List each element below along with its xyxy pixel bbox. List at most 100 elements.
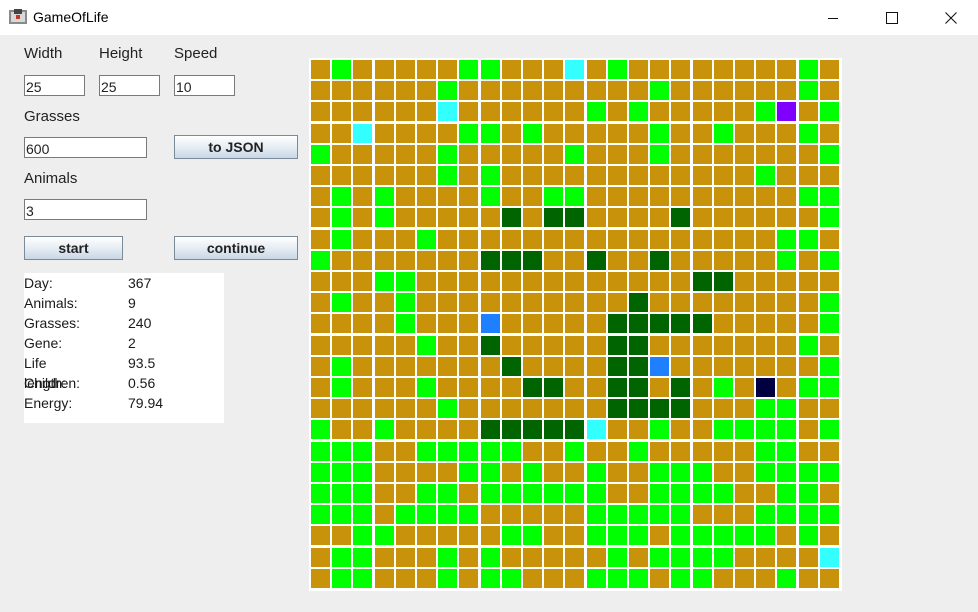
board-cell-grass — [713, 484, 733, 503]
board-cell-soil — [332, 399, 352, 419]
board-cell-soil — [459, 293, 479, 313]
board-cell-soil — [756, 81, 776, 101]
simulation-board[interactable] — [309, 58, 842, 591]
board-cell-grass — [459, 123, 479, 143]
board-cell-soil — [523, 208, 542, 228]
board-cell-grass — [671, 547, 691, 567]
board-cell-soil — [777, 81, 797, 101]
maximize-button[interactable] — [869, 0, 915, 35]
board-cell-grass — [607, 526, 627, 546]
board-cell-soil — [332, 420, 352, 440]
board-cell-soil — [650, 272, 670, 291]
board-cell-soil — [735, 60, 754, 79]
board-cell-soil — [374, 123, 394, 143]
board-cell-grass — [480, 568, 500, 588]
board-cell-soil — [544, 568, 564, 588]
board-cell-soil — [501, 505, 521, 525]
board-cell-grass — [777, 462, 797, 482]
board-cell-grass — [692, 547, 712, 567]
board-cell-grass — [311, 441, 330, 461]
board-cell-soil — [692, 250, 712, 270]
board-cell-soil — [629, 462, 648, 482]
board-cell-jungle — [671, 378, 691, 397]
board-cell-soil — [417, 462, 436, 482]
board-cell-animal-cyan — [819, 547, 839, 567]
board-cell-grass — [756, 441, 776, 461]
board-cell-grass — [353, 547, 373, 567]
board-cell-soil — [735, 356, 754, 376]
board-cell-soil — [353, 208, 373, 228]
board-cell-grass — [417, 229, 436, 249]
board-cell-soil — [544, 441, 564, 461]
board-cell-soil — [798, 568, 818, 588]
minimize-button[interactable] — [810, 0, 856, 35]
board-cell-grass — [756, 462, 776, 482]
grasses-input[interactable] — [24, 137, 147, 158]
board-cell-grass — [332, 60, 352, 79]
speed-input[interactable] — [174, 75, 235, 96]
board-cell-grass — [671, 462, 691, 482]
board-cell-soil — [395, 229, 415, 249]
board-cell-soil — [353, 250, 373, 270]
board-cell-grass — [417, 484, 436, 503]
board-cell-soil — [417, 166, 436, 185]
width-input[interactable] — [24, 75, 85, 96]
board-cell-soil — [713, 356, 733, 376]
board-cell-soil — [459, 526, 479, 546]
board-cell-soil — [459, 144, 479, 164]
board-cell-soil — [586, 229, 606, 249]
board-cell-soil — [544, 505, 564, 525]
board-cell-soil — [777, 208, 797, 228]
board-cell-soil — [501, 293, 521, 313]
stat-label: Children: — [24, 375, 81, 391]
board-cell-grass — [480, 166, 500, 185]
board-cell-soil — [735, 81, 754, 101]
board-cell-grass — [777, 420, 797, 440]
board-cell-soil — [438, 250, 458, 270]
board-cell-soil — [459, 272, 479, 291]
board-cell-soil — [480, 208, 500, 228]
board-cell-jungle — [629, 356, 648, 376]
board-cell-soil — [798, 314, 818, 334]
board-cell-soil — [480, 293, 500, 313]
board-cell-soil — [311, 547, 330, 567]
height-input[interactable] — [99, 75, 160, 96]
board-cell-soil — [523, 314, 542, 334]
to-json-button[interactable]: to JSON — [174, 135, 298, 159]
board-cell-soil — [650, 378, 670, 397]
board-cell-grass — [501, 568, 521, 588]
board-cell-soil — [395, 547, 415, 567]
board-cell-soil — [629, 187, 648, 207]
stat-label: Animals: — [24, 295, 78, 311]
animals-input[interactable] — [24, 199, 147, 220]
board-cell-soil — [713, 60, 733, 79]
continue-button[interactable]: continue — [174, 236, 298, 260]
board-cell-jungle — [544, 378, 564, 397]
board-cell-soil — [692, 441, 712, 461]
board-cell-soil — [311, 60, 330, 79]
board-cell-soil — [586, 378, 606, 397]
board-cell-soil — [417, 272, 436, 291]
board-cell-soil — [756, 568, 776, 588]
board-cell-grass — [777, 484, 797, 503]
board-cell-soil — [417, 208, 436, 228]
board-cell-grass — [692, 484, 712, 503]
board-cell-soil — [650, 187, 670, 207]
board-cell-soil — [544, 250, 564, 270]
stat-value: 2 — [128, 335, 136, 351]
board-cell-soil — [586, 208, 606, 228]
board-cell-soil — [607, 166, 627, 185]
board-cell-soil — [650, 293, 670, 313]
board-cell-soil — [523, 399, 542, 419]
board-cell-grass — [438, 399, 458, 419]
board-cell-soil — [798, 547, 818, 567]
board-cell-soil — [544, 81, 564, 101]
board-cell-soil — [692, 505, 712, 525]
board-cell-grass — [353, 441, 373, 461]
board-cell-jungle — [607, 399, 627, 419]
board-cell-soil — [353, 102, 373, 122]
board-cell-soil — [353, 314, 373, 334]
close-button[interactable] — [928, 0, 974, 35]
board-cell-grass — [438, 568, 458, 588]
start-button[interactable]: start — [24, 236, 123, 260]
